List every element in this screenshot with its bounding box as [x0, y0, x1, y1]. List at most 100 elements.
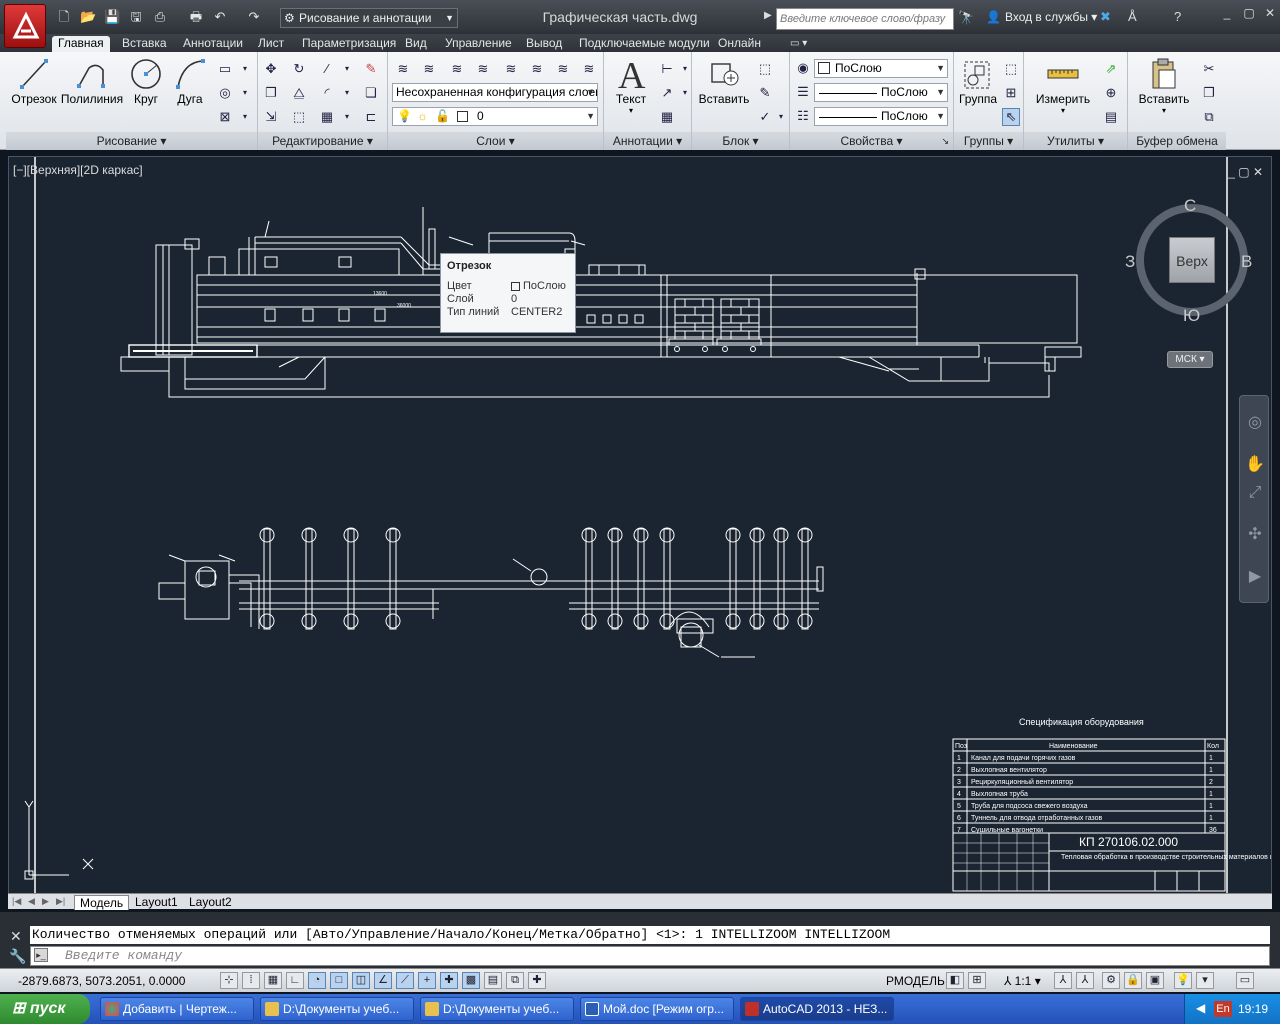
clean-screen-icon[interactable]: ▭ [1236, 972, 1254, 989]
start-button[interactable]: ⊞ пуск [0, 994, 90, 1024]
layer-state-select[interactable]: Несохраненная конфигурация слоев ▼ [392, 83, 598, 102]
minimize-button[interactable]: _ [1218, 6, 1236, 22]
groups-panel-title[interactable]: Группы ▾ [954, 132, 1023, 150]
copy-base-icon[interactable]: ⧉ [1200, 108, 1218, 126]
tab-model[interactable]: Модель [74, 895, 130, 910]
isolate-objects-icon[interactable]: 💡 [1174, 972, 1192, 989]
steering-wheel-icon[interactable]: ◎ [1244, 412, 1266, 434]
compass-east[interactable]: В [1241, 252, 1252, 272]
model-space-toggle[interactable]: РМОДЕЛЬ [886, 974, 945, 988]
circle-button[interactable]: Круг [124, 56, 168, 106]
tab-parametric[interactable]: Параметризация [296, 36, 402, 52]
layer-freeze-icon[interactable]: ≋ [502, 60, 520, 78]
properties-panel-title[interactable]: Свойства ▾ ↘ [790, 132, 953, 150]
showmotion-icon[interactable]: ▶ [1244, 566, 1266, 588]
chevron-down-icon[interactable]: ▾ [236, 84, 254, 102]
color-select[interactable]: ПоСлою ▼ [814, 59, 948, 78]
tab-view[interactable]: Вид [399, 36, 433, 52]
lineweight-icon[interactable]: ☰ [794, 83, 812, 101]
dialog-launcher-icon[interactable]: ↘ [941, 132, 949, 150]
tray-expand-icon[interactable]: ◀ [1196, 1001, 1205, 1015]
transparency-icon[interactable]: ☷ [794, 107, 812, 125]
taskbar-item[interactable]: D:\Документы учеб... [260, 997, 414, 1021]
layer-isolate-icon[interactable]: ≋ [474, 60, 492, 78]
layer-lock-icon[interactable]: ≋ [554, 60, 572, 78]
quick-view-drawings-icon[interactable]: ⊞ [968, 972, 986, 989]
wcs-menu-button[interactable]: МСК ▾ [1167, 351, 1213, 368]
quick-view-layouts-icon[interactable]: ◧ [946, 972, 964, 989]
tab-layout1[interactable]: Layout1 [130, 895, 183, 910]
annotation-monitor-icon[interactable]: ✚ [528, 972, 546, 989]
taskbar-item[interactable]: D:\Документы учеб... [420, 997, 574, 1021]
chevron-down-icon[interactable]: ▾ [338, 60, 356, 78]
layer-previous-icon[interactable]: ≋ [448, 60, 466, 78]
tab-home[interactable]: Главная [52, 36, 110, 52]
chevron-down-icon[interactable]: ▾ [338, 84, 356, 102]
grid-icon[interactable]: ▦ [264, 972, 282, 989]
first-tab-icon[interactable]: |◀ [12, 896, 21, 907]
array-icon[interactable]: ▦ [318, 108, 336, 126]
3d-osnap-icon[interactable]: ◫ [352, 972, 370, 989]
polar-icon[interactable]: ◔ [308, 972, 326, 989]
tab-manage[interactable]: Управление [439, 36, 518, 52]
transparency-toggle-icon[interactable]: ▩ [462, 972, 480, 989]
infer-constraints-icon[interactable]: ⊹ [220, 972, 238, 989]
trim-icon[interactable]: ⁄ [318, 60, 336, 78]
leader-icon[interactable]: ↗ [658, 84, 676, 102]
utilities-panel-title[interactable]: Утилиты ▾ [1024, 132, 1127, 150]
text-button[interactable]: A Текст ▾ [608, 56, 654, 115]
dyn-icon[interactable]: + [418, 972, 436, 989]
block-panel-title[interactable]: Блок ▾ [692, 132, 789, 150]
coordinates-readout[interactable]: -2879.6873, 5073.2051, 0.0000 [18, 974, 185, 988]
erase-icon[interactable]: ✎ [362, 60, 380, 78]
status-menu-icon[interactable]: ▾ [1196, 972, 1214, 989]
group-edit-icon[interactable]: ⊞ [1002, 84, 1020, 102]
lineweight-select[interactable]: ПоСлою ▼ [814, 107, 948, 126]
table-icon[interactable]: ▦ [658, 108, 676, 126]
layer-select[interactable]: 💡 ☼ 🔓 0 ▼ [392, 107, 598, 126]
rotate-icon[interactable]: ↻ [290, 60, 308, 78]
chevron-down-icon[interactable]: ▾ [338, 108, 356, 126]
last-tab-icon[interactable]: ▶| [56, 896, 65, 907]
tab-annotate[interactable]: Аннотации [177, 36, 249, 52]
workspace-select[interactable]: ⚙ Рисование и аннотации ▼ [280, 8, 458, 28]
viewcube[interactable]: Верх С Ю З В [1125, 196, 1253, 325]
tab-layout2[interactable]: Layout2 [184, 895, 237, 910]
layer-properties-icon[interactable]: ≋ [394, 60, 412, 78]
next-tab-icon[interactable]: ▶ [42, 896, 49, 907]
arc-button[interactable]: Дуга [170, 56, 210, 106]
taskbar-item[interactable]: AutoCAD 2013 - НЕЗ... [740, 997, 894, 1021]
point-style-icon[interactable]: ⊕ [1102, 84, 1120, 102]
otrack-icon[interactable]: ∠ [374, 972, 392, 989]
boundary-icon[interactable]: ⊠ [216, 108, 234, 126]
ortho-icon[interactable]: ∟ [286, 972, 304, 989]
match-properties-icon[interactable]: ◉ [794, 59, 812, 77]
orbit-icon[interactable]: ✣ [1244, 524, 1266, 546]
tab-plugins[interactable]: Подключаемые модули [573, 36, 716, 52]
viewport-controls-label[interactable]: [−][Верхняя][2D каркас] [13, 163, 143, 177]
new-file-icon[interactable]: 🗋 [56, 9, 72, 25]
drawing-viewport[interactable]: 13600 36000 Спецификация оборудования По… [8, 156, 1272, 894]
linetype-select[interactable]: ПоСлою ▼ [814, 83, 948, 102]
command-prompt-icon[interactable]: ▸_ [34, 948, 48, 962]
snap-icon[interactable]: ⁞ [242, 972, 260, 989]
group-button[interactable]: Группа [956, 56, 1000, 106]
workspace-switch-icon[interactable]: ⚙ [1102, 972, 1120, 989]
close-button[interactable]: ✕ [1262, 6, 1278, 22]
clipboard-panel-title[interactable]: Буфер обмена [1128, 132, 1226, 150]
help-icon[interactable]: ? [1174, 9, 1181, 24]
compass-south[interactable]: Ю [1183, 306, 1200, 326]
osnap-icon[interactable]: □ [330, 972, 348, 989]
copy-icon[interactable]: ❐ [262, 84, 280, 102]
insert-block-button[interactable]: Вставить [696, 56, 752, 106]
wrench-icon[interactable]: 🔧 [9, 948, 26, 965]
binoculars-icon[interactable]: 🔭 [958, 10, 974, 26]
mirror-icon[interactable]: ⧋ [290, 84, 308, 102]
tab-output[interactable]: Вывод [520, 36, 568, 52]
prev-tab-icon[interactable]: ◀ [28, 896, 35, 907]
calculator-icon[interactable]: ▤ [1102, 108, 1120, 126]
ducs-icon[interactable]: ⟋ [396, 972, 414, 989]
chevron-down-icon[interactable]: ▾ [236, 108, 254, 126]
signin-button[interactable]: 👤 Вход в службы ▾ [986, 10, 1097, 24]
line-button[interactable]: Отрезок [8, 56, 60, 106]
